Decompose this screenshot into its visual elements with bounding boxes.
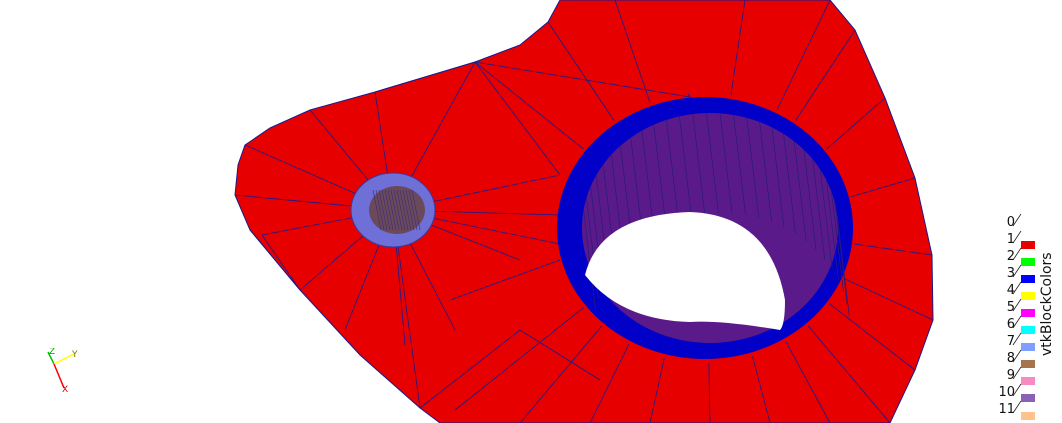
block-colors-legend: 0 1 2 3 4 5 6 7 8 9 10 11 vtkBlockColors — [995, 212, 1062, 420]
legend-leader-lines — [1012, 213, 1022, 414]
render-viewport[interactable]: Z Y X 0 1 2 3 4 5 6 7 8 9 10 11 vtkBlockColors — [0, 0, 1062, 423]
x-axis-label: X — [62, 385, 68, 395]
y-axis-line — [53, 353, 75, 365]
y-axis-label: Y — [71, 350, 78, 360]
z-axis-label: Z — [49, 348, 55, 357]
mesh-render[interactable] — [0, 0, 1062, 423]
legend-title: vtkBlockColors — [1039, 252, 1055, 356]
orientation-axes: Z Y X — [47, 348, 78, 395]
